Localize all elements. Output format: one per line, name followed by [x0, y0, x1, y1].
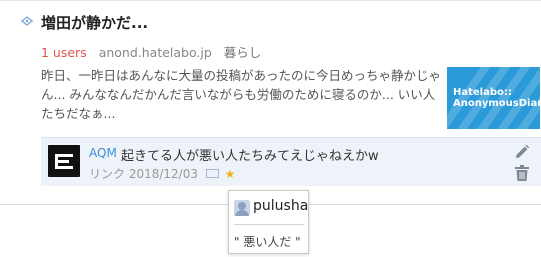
edit-pencil-icon[interactable] [514, 144, 530, 160]
comment-text: 起きてる人が悪い人たちみてえじゃねえかw [121, 149, 379, 164]
entry-favicon-icon [21, 16, 33, 26]
entry-summary: 昨日、一昨日はあんなに大量の投稿があったのに今日めっちゃ静かじゃん... みんな… [41, 68, 442, 121]
entry-meta: 1 users anond.hatelabo.jp 暮らし [41, 42, 261, 61]
tooltip-divider [234, 224, 304, 225]
add-star-icon[interactable] [205, 169, 219, 178]
star-icon[interactable]: ★ [225, 167, 236, 181]
thumbnail-line-2: AnonymousDiary [453, 98, 540, 109]
entry-title[interactable]: 増田が静かだ... [41, 12, 148, 33]
comment-username[interactable]: AQM [89, 146, 117, 160]
avatar[interactable] [48, 145, 80, 177]
entry-domain[interactable]: anond.hatelabo.jp [99, 45, 212, 60]
top-divider [0, 0, 541, 1]
thumbnail-text: Hatelabo:: AnonymousDiary [453, 87, 540, 109]
users-count[interactable]: 1 users [41, 45, 87, 60]
bookmark-comment: AQM 起きてる人が悪い人たちみてえじゃねえかw リンク 2018/12/03 … [41, 137, 541, 186]
entry-category[interactable]: 暮らし [224, 45, 262, 60]
comment-link-date[interactable]: リンク 2018/12/03 [89, 167, 198, 181]
trash-icon[interactable] [515, 165, 529, 181]
thumbnail-line-1: Hatelabo:: [453, 87, 512, 98]
entry-thumbnail[interactable]: Hatelabo:: AnonymousDiary [447, 67, 540, 129]
tooltip-quote: " 悪い人だ " [234, 235, 301, 249]
user-icon [234, 200, 250, 216]
user-tooltip: pulusha " 悪い人だ " [228, 190, 309, 254]
tooltip-username[interactable]: pulusha [253, 198, 308, 214]
comment-meta: リンク 2018/12/03 ★ [89, 165, 235, 182]
